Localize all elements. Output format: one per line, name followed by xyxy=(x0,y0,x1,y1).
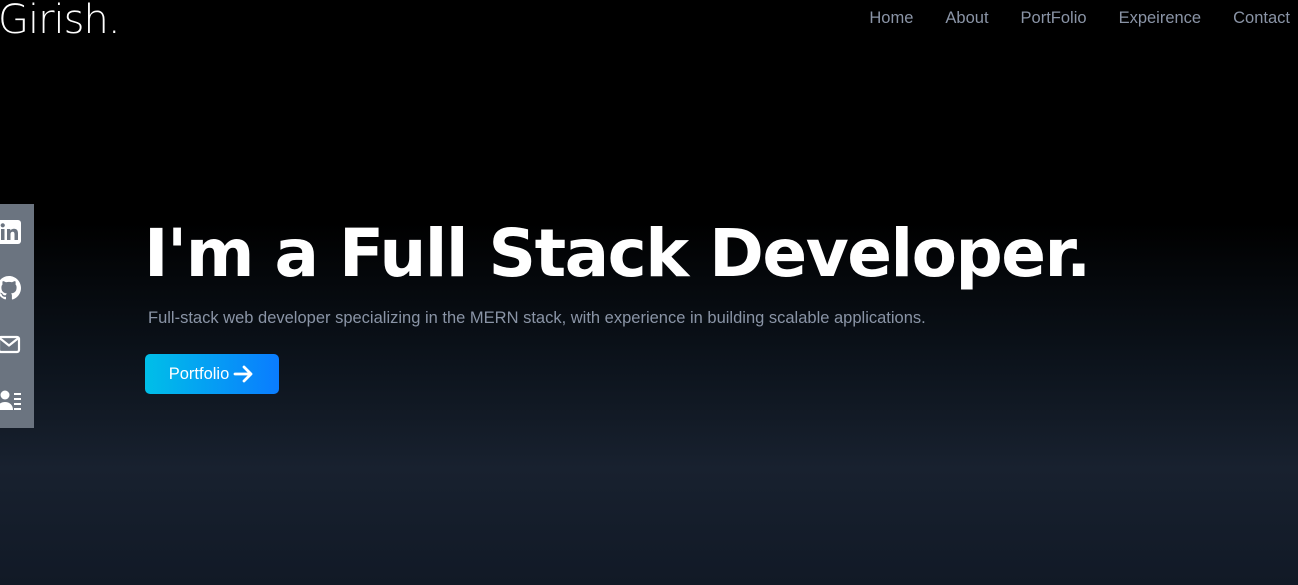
site-logo[interactable]: Girish. xyxy=(0,0,121,46)
hero-title: I'm a Full Stack Developer. xyxy=(144,215,1091,292)
social-email-link[interactable] xyxy=(0,324,34,364)
nav-home-link[interactable]: Home xyxy=(869,7,913,29)
hero-subtitle: Full-stack web developer specializing in… xyxy=(148,309,926,327)
social-github-link[interactable] xyxy=(0,268,34,308)
linkedin-icon xyxy=(0,220,21,244)
nav-about-link[interactable]: About xyxy=(945,7,988,29)
mail-icon xyxy=(0,335,21,354)
nav-experience-link[interactable]: Expeirence xyxy=(1119,7,1202,29)
social-linkedin-link[interactable] xyxy=(0,212,34,252)
github-icon xyxy=(0,276,21,300)
main-nav: Home About PortFolio Expeirence Contact xyxy=(837,7,1290,29)
social-resume-link[interactable] xyxy=(0,380,34,420)
portfolio-button[interactable]: Portfolio xyxy=(145,354,279,394)
resume-icon xyxy=(0,390,21,410)
portfolio-button-label: Portfolio xyxy=(168,364,230,383)
nav-contact-link[interactable]: Contact xyxy=(1233,7,1290,29)
arrow-right-icon xyxy=(233,365,253,383)
nav-portfolio-link[interactable]: PortFolio xyxy=(1021,7,1087,29)
social-sidebar xyxy=(0,204,34,428)
